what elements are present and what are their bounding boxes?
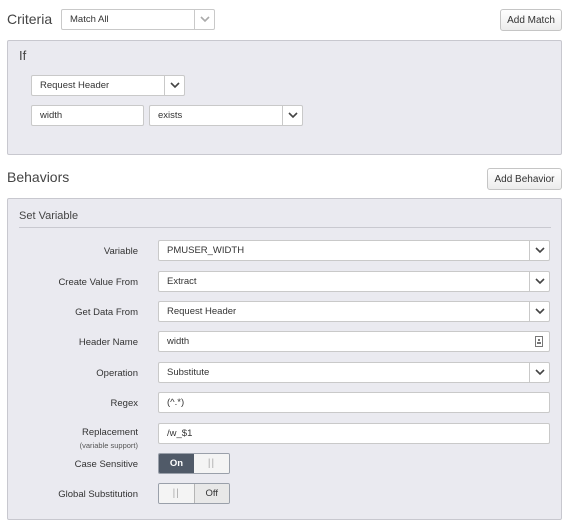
variable-label: Variable	[103, 246, 138, 257]
chevron-down-icon	[164, 76, 184, 95]
if-header-name-input[interactable]: width	[31, 105, 144, 126]
chevron-down-icon	[282, 106, 302, 125]
operator-value: exists	[158, 110, 183, 121]
variable-picker-icon[interactable]	[529, 336, 549, 347]
create-value-from-select[interactable]: Extract	[158, 271, 550, 292]
get-data-from-label: Get Data From	[75, 307, 138, 318]
header-name-input[interactable]: width	[158, 331, 550, 352]
condition-type-select[interactable]: Request Header	[31, 75, 185, 96]
header-name-label: Header Name	[78, 337, 138, 348]
case-sensitive-toggle[interactable]: On ||	[158, 453, 230, 474]
toggle-grip-icon: ||	[194, 454, 229, 473]
variable-value: PMUSER_WIDTH	[167, 245, 245, 256]
regex-label: Regex	[110, 398, 138, 409]
global-substitution-toggle[interactable]: || Off	[158, 483, 230, 504]
toggle-off-label: Off	[193, 484, 229, 503]
get-data-from-select[interactable]: Request Header	[158, 301, 550, 322]
condition-type-value: Request Header	[40, 80, 110, 91]
global-substitution-label: Global Substitution	[58, 489, 138, 500]
create-value-from-label: Create Value From	[58, 277, 138, 288]
operation-value: Substitute	[167, 367, 210, 378]
if-title: If	[19, 48, 27, 63]
replacement-sublabel: (variable support)	[79, 441, 138, 450]
create-value-from-value: Extract	[167, 276, 197, 287]
toggle-grip-icon: ||	[159, 484, 194, 503]
divider	[19, 227, 551, 228]
if-panel: If Request Header width exists	[7, 40, 562, 155]
toggle-on-label: On	[159, 454, 194, 473]
criteria-title: Criteria	[7, 11, 53, 27]
get-data-from-value: Request Header	[167, 306, 237, 317]
case-sensitive-label: Case Sensitive	[74, 459, 138, 470]
set-variable-title: Set Variable	[19, 210, 79, 222]
chevron-down-icon	[529, 302, 549, 321]
operation-label: Operation	[96, 368, 138, 379]
chevron-down-icon	[529, 363, 549, 382]
operation-select[interactable]: Substitute	[158, 362, 550, 383]
header-name-value: width	[167, 336, 190, 347]
replacement-input[interactable]: /w_$1	[158, 423, 550, 444]
add-behavior-button[interactable]: Add Behavior	[487, 168, 562, 190]
behaviors-title: Behaviors	[7, 169, 70, 185]
match-select-value: Match All	[70, 14, 109, 25]
add-match-button[interactable]: Add Match	[500, 9, 562, 31]
chevron-down-icon	[529, 241, 549, 260]
regex-input[interactable]: (^.*)	[158, 392, 550, 413]
variable-select[interactable]: PMUSER_WIDTH	[158, 240, 550, 261]
operator-select[interactable]: exists	[149, 105, 303, 126]
match-select[interactable]: Match All	[61, 9, 215, 30]
replacement-label: Replacement	[82, 427, 138, 438]
chevron-down-icon	[529, 272, 549, 291]
chevron-down-icon	[194, 10, 214, 29]
set-variable-panel: Set Variable Variable PMUSER_WIDTH Creat…	[7, 198, 562, 520]
